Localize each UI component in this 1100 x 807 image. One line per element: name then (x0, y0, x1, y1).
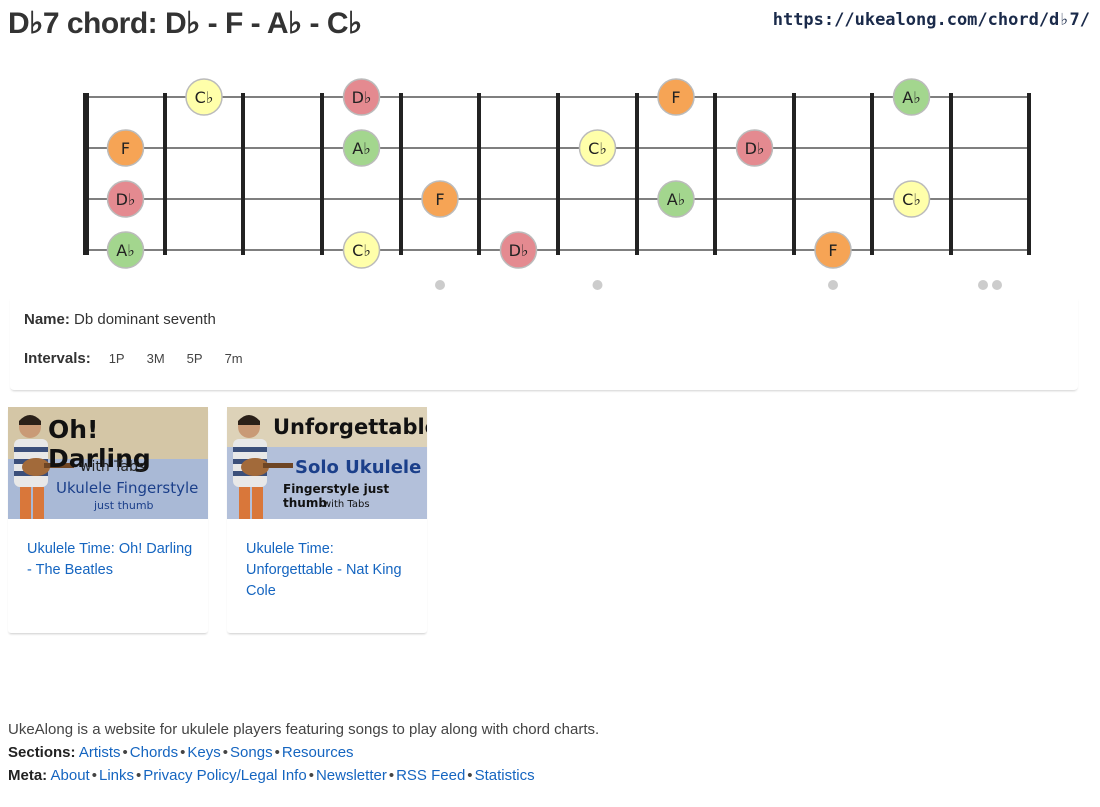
video-link[interactable]: Ukulele Time: Oh! Darling - The Beatles (27, 539, 197, 581)
video-link[interactable]: Ukulele Time: Unforgettable - Nat King C… (246, 539, 416, 602)
footer-tagline: UkeAlong is a website for ukulele player… (8, 721, 600, 738)
footer-link-statistics[interactable]: Statistics (475, 767, 535, 784)
footer-link-keys[interactable]: Keys (187, 744, 220, 761)
footer-link-artists[interactable]: Artists (79, 744, 121, 761)
footer-link-privacy[interactable]: Privacy Policy/Legal Info (143, 767, 306, 784)
video-card[interactable]: Unforgettable Solo Ukulele Fingerstyle j… (227, 407, 427, 633)
interval-chip[interactable]: 7m (221, 351, 247, 366)
note-label: A♭ (667, 190, 686, 209)
thumb-subtitle: with Tabs (323, 499, 370, 510)
note-label: D♭ (116, 190, 136, 209)
note-label: F (671, 88, 680, 107)
footer-link-rss[interactable]: RSS Feed (396, 767, 465, 784)
thumb-subtitle: Solo Ukulele (295, 457, 422, 478)
fret-marker-dot (828, 280, 838, 290)
footer-link-links[interactable]: Links (99, 767, 134, 784)
video-card[interactable]: Oh! Darling with Tabs Ukulele Fingerstyl… (8, 407, 208, 633)
thumb-subtitle: Ukulele Fingerstyle (56, 479, 199, 497)
video-thumbnail[interactable]: Oh! Darling with Tabs Ukulele Fingerstyl… (8, 407, 208, 519)
page-url[interactable]: https://ukealong.com/chord/d♭7/ (773, 10, 1090, 30)
note-label: C♭ (588, 139, 607, 158)
interval-chip[interactable]: 3M (143, 351, 169, 366)
note-label: C♭ (902, 190, 921, 209)
chord-intervals-label: Intervals: (24, 350, 91, 367)
footer-link-about[interactable]: About (51, 767, 90, 784)
note-label: C♭ (195, 88, 214, 107)
note-label: F (435, 190, 444, 209)
site-footer: UkeAlong is a website for ukulele player… (8, 718, 599, 787)
chord-intervals-row: Intervals: 1P 3M 5P 7m (24, 350, 247, 367)
note-label: A♭ (902, 88, 921, 107)
footer-link-resources[interactable]: Resources (282, 744, 354, 761)
chord-name-label: Name: (24, 311, 70, 328)
fretboard-svg: C♭ D♭ F A♭ F A♭ C♭ D♭ D♭ F A♭ C♭ A♭ C♭ D♭ F (83, 78, 1031, 290)
footer-link-newsletter[interactable]: Newsletter (316, 767, 387, 784)
footer-sections-label: Sections: (8, 744, 76, 761)
fret-marker-dot (992, 280, 1002, 290)
chord-info-card: Name: Db dominant seventh Intervals: 1P … (10, 296, 1078, 390)
footer-meta-label: Meta: (8, 767, 48, 784)
footer-meta: Meta: About • Links • Privacy Policy/Legal I… (8, 767, 535, 784)
video-thumbnail[interactable]: Unforgettable Solo Ukulele Fingerstyle j… (227, 407, 427, 519)
chord-name-value: Db dominant seventh (74, 311, 216, 328)
footer-link-chords[interactable]: Chords (130, 744, 178, 761)
note-label: D♭ (745, 139, 765, 158)
fret-marker-dot (592, 280, 603, 290)
thumb-title: Unforgettable (273, 415, 427, 439)
page-title: D♭7 chord: D♭ - F - A♭ - C♭ (8, 7, 362, 40)
note-label: D♭ (509, 241, 529, 260)
footer-link-songs[interactable]: Songs (230, 744, 273, 761)
note-label: A♭ (352, 139, 371, 158)
thumb-subtitle: just thumb (94, 499, 154, 512)
interval-chip[interactable]: 5P (183, 351, 207, 366)
note-label: C♭ (352, 241, 371, 260)
footer-sections: Sections: Artists • Chords • Keys • Songs • Reso… (8, 744, 354, 761)
fretboard-diagram: C♭ D♭ F A♭ F A♭ C♭ D♭ D♭ F A♭ C♭ A♭ C♭ D♭ F (0, 60, 1100, 310)
fret-marker-dot (435, 280, 445, 290)
interval-chip[interactable]: 1P (105, 351, 129, 366)
chord-name-row: Name: Db dominant seventh (24, 311, 216, 328)
fret-marker-dot (978, 280, 988, 290)
note-label: A♭ (116, 241, 135, 260)
note-label: D♭ (352, 88, 372, 107)
note-label: F (121, 139, 130, 158)
note-label: F (828, 241, 837, 260)
thumb-subtitle: with Tabs (80, 459, 146, 475)
